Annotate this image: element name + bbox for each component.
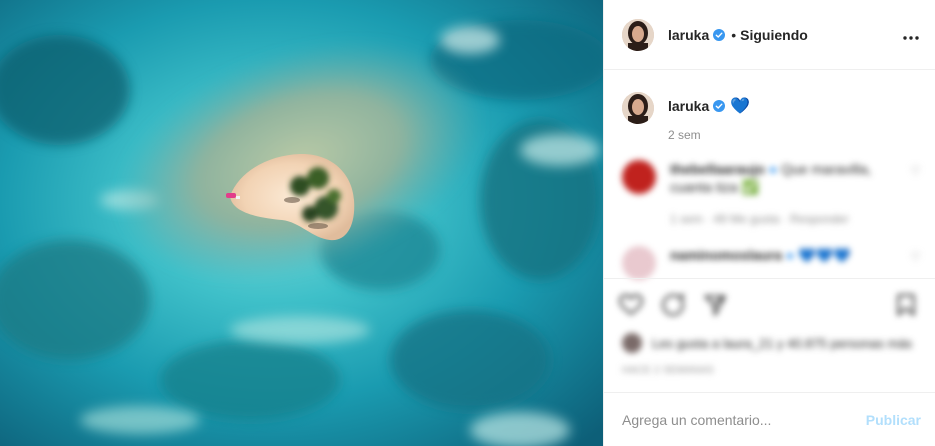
comment-avatar[interactable]	[622, 160, 656, 194]
comment-like-icon[interactable]: ♡	[910, 164, 921, 178]
heart-outline-icon[interactable]	[618, 292, 644, 318]
profile-photo	[622, 92, 654, 124]
comment-avatar[interactable]	[622, 246, 656, 280]
comments-section: laruka 💙 2 sem thebellaaraujo ● Que mara…	[604, 70, 935, 296]
action-icons	[604, 279, 935, 319]
share-icon[interactable]	[702, 292, 728, 318]
profile-photo	[622, 18, 654, 51]
caption-time[interactable]: 2 sem	[668, 128, 750, 142]
comment-item: naminomoslaura ● 💙💙💙 ♡	[604, 228, 935, 280]
comment-body: 💙💙💙	[798, 247, 851, 263]
comment-text: naminomoslaura ● 💙💙💙	[670, 247, 851, 263]
caption-username[interactable]: laruka	[668, 98, 709, 114]
post-photo[interactable]	[0, 0, 603, 446]
comment-username[interactable]: naminomoslaura	[670, 247, 782, 263]
verified-badge-icon	[713, 100, 726, 112]
blurred-comments: thebellaaraujo ● Que maravilla, cuanta t…	[604, 142, 935, 280]
comment-text: thebellaaraujo ● Que maravilla, cuanta t…	[670, 160, 890, 228]
following-button[interactable]: Siguiendo	[740, 27, 808, 43]
comment-input[interactable]	[620, 410, 866, 429]
comment-like-icon[interactable]: ♡	[910, 250, 921, 264]
instagram-post: laruka • Siguiendo laruka 💙 2 sem thebel…	[0, 0, 935, 446]
caption-body: laruka 💙 2 sem	[668, 92, 750, 142]
comment-item: thebellaaraujo ● Que maravilla, cuanta t…	[604, 142, 935, 228]
likes-summary[interactable]: Les gusta a laura_21 y 40.875 personas m…	[604, 319, 935, 353]
caption-line: laruka 💙	[668, 92, 750, 116]
avatar[interactable]	[622, 18, 654, 51]
comment-icon[interactable]	[660, 292, 686, 318]
island-aerial-image	[0, 0, 603, 446]
post-header: laruka • Siguiendo	[604, 0, 935, 70]
post-caption: laruka 💙 2 sem	[604, 70, 935, 142]
username-link[interactable]: laruka	[668, 27, 709, 43]
publish-button[interactable]: Publicar	[866, 412, 921, 428]
more-options-icon[interactable]	[903, 24, 919, 45]
caption-avatar[interactable]	[622, 92, 654, 124]
more-horizontal-icon	[903, 36, 919, 40]
post-side-panel: laruka • Siguiendo laruka 💙 2 sem thebel…	[603, 0, 935, 446]
verified-badge-icon	[713, 28, 726, 41]
liker-avatar	[622, 333, 642, 353]
likes-text: Les gusta a laura_21 y 40.875 personas m…	[652, 335, 913, 351]
bookmark-icon[interactable]	[893, 292, 919, 318]
comment-meta: 1 sem · 49 Me gusta · Responder	[670, 212, 849, 226]
comment-username[interactable]: thebellaaraujo	[670, 161, 765, 177]
post-date[interactable]: HACE 2 SEMANAS	[604, 353, 935, 376]
post-actions: Les gusta a laura_21 y 40.875 personas m…	[604, 278, 935, 379]
separator-dot: •	[731, 26, 737, 43]
blue-heart-emoji: 💙	[730, 98, 751, 115]
comment-form: Publicar	[604, 392, 935, 446]
